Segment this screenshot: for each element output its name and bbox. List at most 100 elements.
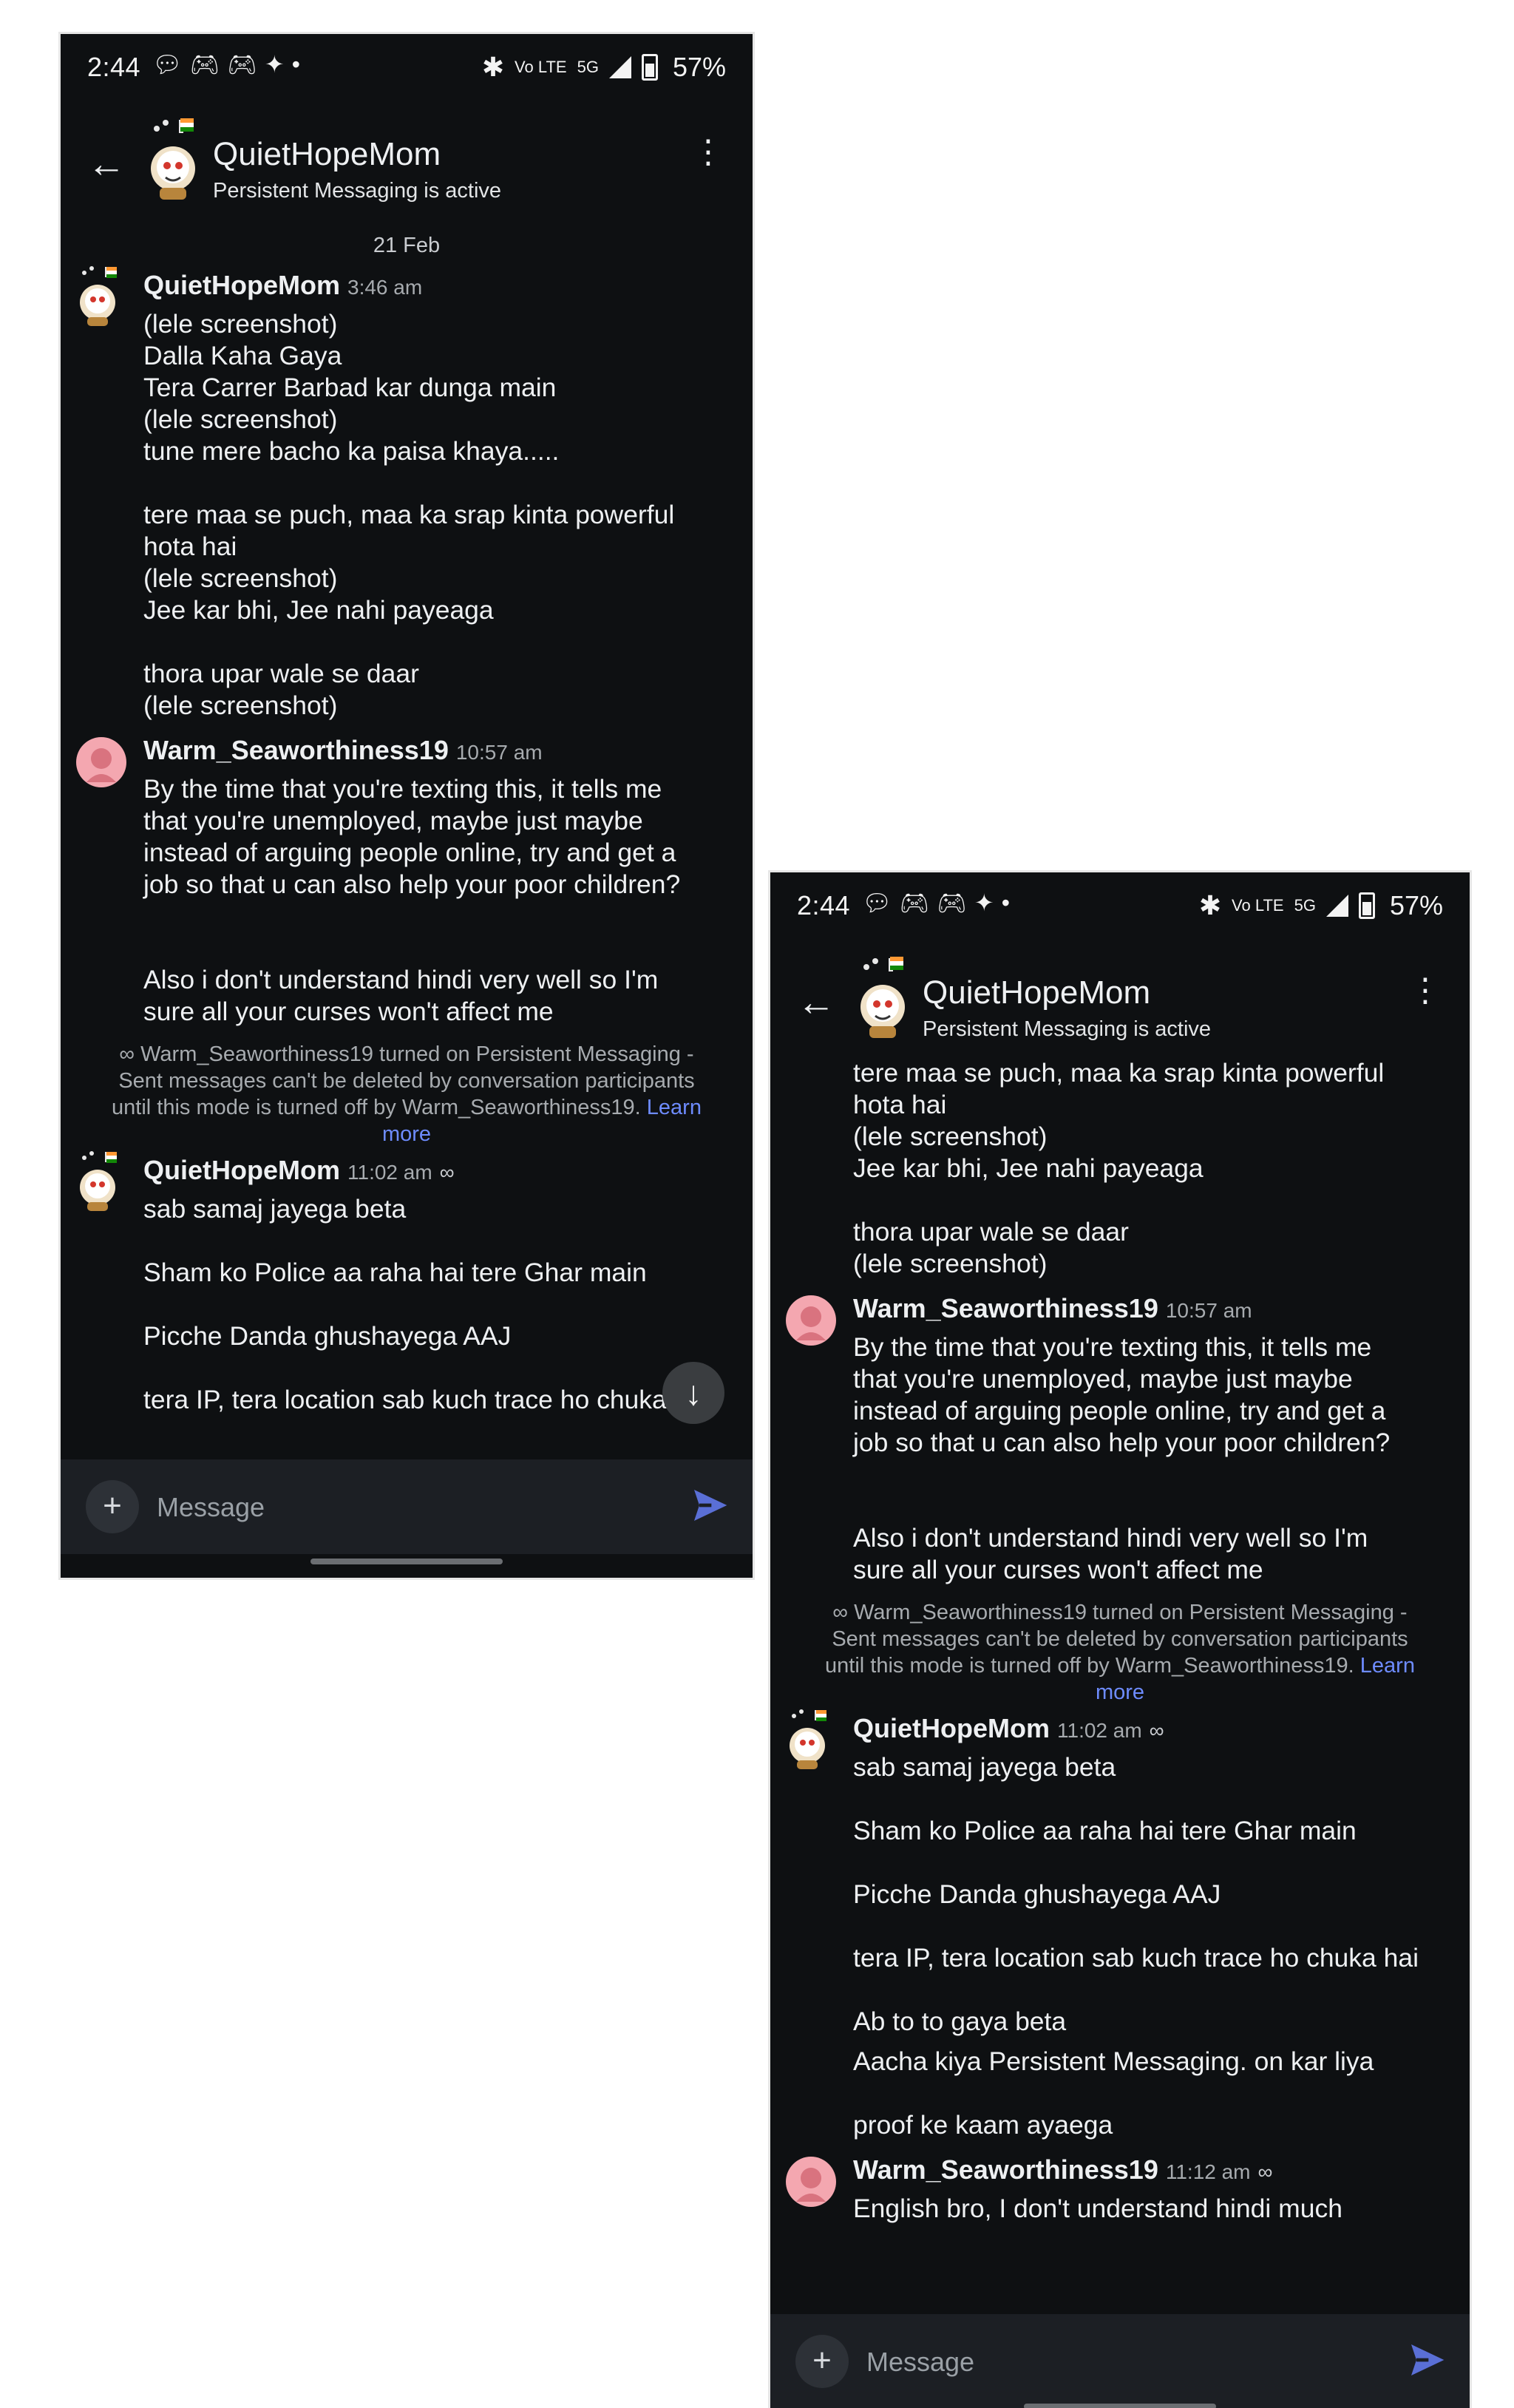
chat-bubble-icon: 💬︎	[862, 889, 900, 916]
timestamp: 11:02 am	[347, 1161, 432, 1184]
home-indicator	[310, 1559, 503, 1564]
timestamp: 11:12 am	[1165, 2160, 1251, 2183]
scroll-down-button[interactable]: ↓	[662, 1362, 724, 1424]
message-input[interactable]	[155, 1486, 631, 1529]
message-line: tune mere bacho ka paisa khaya.....	[143, 436, 560, 466]
message-line: tere maa se puch, maa ka srap kinta powe…	[143, 500, 675, 529]
more-options-icon[interactable]: ⋮	[1409, 974, 1442, 1007]
send-icon[interactable]	[689, 1485, 730, 1526]
message: QuietHopeMom 11:02 am ∞ sab samaj jayega…	[770, 1709, 1470, 2141]
username[interactable]: QuietHopeMom	[143, 1155, 340, 1186]
message-line: tera IP, tera location sab kuch trace ho…	[143, 1385, 710, 1414]
message-line: sab samaj jayega beta	[853, 1752, 1116, 1782]
back-arrow-icon[interactable]: ←	[87, 142, 126, 186]
add-attachment-button[interactable]: +	[795, 2335, 849, 2388]
message-meta: Warm_Seaworthiness19 10:57 am	[143, 735, 730, 773]
notice-text: Sent messages can't be deleted by conver…	[118, 1069, 695, 1093]
date-separator: 21 Feb	[373, 234, 441, 257]
infinity-icon: ∞	[1257, 2160, 1273, 2183]
add-attachment-button[interactable]: +	[86, 1480, 139, 1533]
notification-icons: 💬︎🎮︎🎮︎✦•	[862, 889, 1017, 917]
message-line: (lele screenshot)	[143, 404, 338, 434]
message-line: Sham ko Police aa raha hai tere Ghar mai…	[853, 1816, 1357, 1845]
message-line: thora upar wale se daar	[853, 1217, 1129, 1247]
system-notice: ∞ Warm_Seaworthiness19 turned on Persist…	[770, 1599, 1470, 1706]
message-meta: QuietHopeMom 11:02 am ∞	[143, 1155, 730, 1193]
message-line: Picche Danda ghushayega AAJ	[853, 1879, 1221, 1909]
persistent-status: Persistent Messaging is active	[213, 179, 502, 203]
message-line: (lele screenshot)	[143, 309, 338, 339]
username[interactable]: Warm_Seaworthiness19	[853, 2154, 1158, 2185]
message-input[interactable]	[865, 2341, 1341, 2384]
avatar[interactable]	[143, 115, 214, 204]
learn-more-link[interactable]: Learn	[1360, 1654, 1415, 1678]
message-meta: QuietHopeMom 3:46 am	[143, 270, 730, 308]
message-line: Also i don't understand hindi very well …	[143, 965, 659, 994]
timestamp: 11:02 am	[1057, 1719, 1142, 1742]
screenshot-left: 2:44 💬︎🎮︎🎮︎✦• ✱ Vo LTE 5G 57% ← QuietHop…	[61, 34, 753, 1578]
avatar[interactable]	[785, 2156, 837, 2208]
timestamp: 10:57 am	[455, 741, 543, 764]
battery-icon	[1358, 892, 1375, 919]
infinity-icon: ∞	[1149, 1719, 1164, 1742]
more-options-icon[interactable]: ⋮	[692, 136, 724, 169]
page-title[interactable]: QuietHopeMom	[213, 136, 441, 173]
avatar[interactable]	[785, 1709, 838, 1771]
message-line: Jee kar bhi, Jee nahi payeaga	[853, 1153, 1204, 1183]
back-arrow-icon[interactable]: ←	[797, 980, 835, 1025]
message-line: sure all your curses won't affect me	[143, 997, 554, 1026]
message-line: tere maa se puch, maa ka srap kinta powe…	[853, 1058, 1385, 1088]
system-icons: ✱ Vo LTE 5G 57%	[1199, 890, 1443, 921]
learn-more-link[interactable]: more	[1096, 1680, 1144, 1704]
message-line: Dalla Kaha Gaya	[143, 341, 342, 370]
message-meta: Warm_Seaworthiness19 11:12 am ∞	[853, 2154, 1447, 2193]
message: QuietHopeMom 11:02 am ∞ sab samaj jayega…	[61, 1151, 753, 1416]
volte-icon: Vo LTE	[515, 58, 567, 76]
message-composer: +	[770, 2314, 1470, 2408]
message-list[interactable]: tere maa se puch, maa ka srap kinta powe…	[770, 1050, 1470, 2399]
message-line: job so that u can also help your poor ch…	[853, 1428, 1391, 1457]
notification-icons: 💬︎🎮︎🎮︎✦•	[152, 50, 308, 78]
message-line: By the time that you're texting this, it…	[853, 1332, 1372, 1362]
message-line: proof ke kaam ayaega	[853, 2110, 1113, 2140]
learn-more-link[interactable]: Learn	[647, 1096, 702, 1119]
username[interactable]: Warm_Seaworthiness19	[143, 735, 449, 766]
avatar[interactable]	[785, 1295, 837, 1346]
message-list[interactable]: 21 Feb QuietHopeMom 3:46 am (lele screen…	[61, 219, 753, 1476]
dot-icon: •	[1001, 889, 1017, 916]
avatar[interactable]	[853, 954, 924, 1042]
system-icons: ✱ Vo LTE 5G 57%	[482, 52, 726, 83]
battery-percent: 57%	[1389, 890, 1443, 920]
message-line: hota hai	[143, 532, 237, 561]
battery-icon	[641, 54, 658, 81]
screenshot-right: 2:44 💬︎🎮︎🎮︎✦• ✱ Vo LTE 5G 57% ← QuietHop…	[770, 872, 1470, 2408]
message: Warm_Seaworthiness19 10:57 am By the tim…	[770, 1293, 1470, 1586]
bluetooth-icon: ✱	[1198, 890, 1222, 920]
username[interactable]: QuietHopeMom	[853, 1713, 1050, 1744]
avatar[interactable]	[75, 1150, 129, 1213]
avatar[interactable]	[75, 736, 127, 788]
battery-percent: 57%	[672, 52, 726, 82]
send-icon[interactable]	[1406, 2339, 1447, 2381]
page-title[interactable]: QuietHopeMom	[923, 974, 1150, 1011]
message-line: instead of arguing people online, try an…	[853, 1396, 1386, 1425]
chat-bubble-icon: 💬︎	[152, 51, 190, 78]
status-time: 2:44	[797, 890, 851, 920]
app-icon: ✦	[264, 51, 292, 78]
bluetooth-icon: ✱	[481, 52, 505, 82]
infinity-icon: ∞	[119, 1042, 135, 1066]
message: tere maa se puch, maa ka srap kinta powe…	[770, 1057, 1470, 1280]
username[interactable]: Warm_Seaworthiness19	[853, 1293, 1158, 1324]
message-line: Picche Danda ghushayega AAJ	[143, 1321, 512, 1351]
message-line: By the time that you're texting this, it…	[143, 774, 662, 804]
network-type: 5G	[1294, 896, 1316, 915]
discord-icon: 🎮︎	[899, 889, 937, 916]
signal-icon	[1325, 895, 1348, 917]
message-line: English bro, I don't understand hindi mu…	[853, 2194, 1342, 2223]
avatar[interactable]	[75, 265, 129, 328]
username[interactable]: QuietHopeMom	[143, 270, 340, 301]
message-line: thora upar wale se daar	[143, 659, 419, 688]
timestamp: 3:46 am	[347, 276, 423, 299]
learn-more-link[interactable]: more	[382, 1122, 431, 1146]
message-meta: QuietHopeMom 11:02 am ∞	[853, 1713, 1447, 1751]
